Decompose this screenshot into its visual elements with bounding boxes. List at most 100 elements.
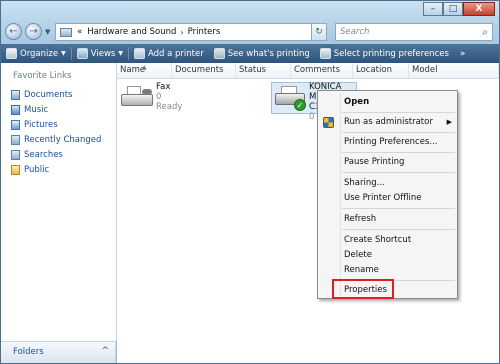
sidebar-item-label: Music xyxy=(24,104,49,115)
menu-item-printing-preferences[interactable]: Printing Preferences... xyxy=(344,136,438,149)
search-icon[interactable]: ⌕ xyxy=(482,27,488,38)
column-header-model[interactable]: Model xyxy=(409,63,499,78)
forward-arrow-icon: → xyxy=(29,26,38,37)
favorite-links-list: Documents Music Pictures Recently Change… xyxy=(11,87,101,177)
favorite-links-heading: Favorite Links xyxy=(13,71,72,81)
column-header-row: ▲ Name Documents Status Comments Locatio… xyxy=(117,63,499,79)
chevron-down-icon: ▼ xyxy=(61,50,66,57)
sidebar-item-label: Recently Changed xyxy=(24,134,102,145)
toolbar-overflow-button[interactable]: » xyxy=(454,49,472,59)
printer-icon: ✓ xyxy=(273,84,309,112)
search-placeholder: Search xyxy=(340,27,370,37)
menu-separator xyxy=(342,112,455,113)
sidebar-item-label: Pictures xyxy=(24,119,58,130)
folders-label: Folders xyxy=(13,347,44,357)
search-box[interactable]: Search ⌕ xyxy=(335,23,493,41)
add-printer-icon xyxy=(133,48,145,59)
views-label: Views xyxy=(90,48,116,59)
menu-item-delete[interactable]: Delete xyxy=(344,249,372,262)
folders-pane-toggle[interactable]: Folders ^ xyxy=(1,341,116,363)
views-icon xyxy=(76,48,88,59)
sidebar-item-music[interactable]: Music xyxy=(11,102,101,117)
menu-separator xyxy=(342,152,455,153)
sidebar-item-pictures[interactable]: Pictures xyxy=(11,117,101,132)
forward-button[interactable]: → xyxy=(25,23,42,40)
printer-name: Fax xyxy=(156,82,171,92)
print-queue-icon xyxy=(213,48,225,59)
column-header-documents[interactable]: Documents xyxy=(172,63,236,78)
refresh-icon: ↻ xyxy=(315,27,323,37)
refresh-button[interactable]: ↻ xyxy=(311,23,327,41)
context-menu: Open Run as administrator ▶ Printing Pre… xyxy=(317,90,458,299)
menu-item-use-printer-offline[interactable]: Use Printer Offline xyxy=(344,192,421,205)
recently-changed-icon xyxy=(11,134,20,145)
sort-ascending-icon: ▲ xyxy=(142,64,147,71)
chevron-up-icon: ^ xyxy=(101,346,109,356)
menu-item-refresh[interactable]: Refresh xyxy=(344,213,376,226)
add-printer-button[interactable]: Add a printer xyxy=(129,44,209,63)
menu-separator xyxy=(342,229,455,230)
menu-item-open[interactable]: Open xyxy=(344,96,369,109)
menu-item-create-shortcut[interactable]: Create Shortcut xyxy=(344,234,411,247)
menu-item-pause-printing[interactable]: Pause Printing xyxy=(344,156,404,169)
menu-gutter xyxy=(340,93,341,296)
fax-icon xyxy=(120,85,154,110)
views-button[interactable]: Views ▼ xyxy=(72,44,128,63)
documents-icon xyxy=(11,89,20,100)
maximize-button[interactable]: □ xyxy=(443,2,463,16)
folder-icon xyxy=(60,27,72,37)
see-whats-printing-label: See what's printing xyxy=(227,48,310,59)
menu-item-sharing[interactable]: Sharing... xyxy=(344,177,385,190)
minimize-button[interactable]: – xyxy=(423,2,443,16)
menu-separator xyxy=(342,132,455,133)
select-printing-preferences-label: Select printing preferences xyxy=(333,48,449,59)
window-controls: – □ X xyxy=(423,2,495,16)
recent-pages-dropdown[interactable]: ▼ xyxy=(45,28,50,36)
sidebar-item-recently-changed[interactable]: Recently Changed xyxy=(11,132,101,147)
public-folder-icon xyxy=(11,164,20,175)
chevron-down-icon: ▼ xyxy=(118,50,123,57)
breadcrumb-hardware-and-sound[interactable]: Hardware and Sound xyxy=(87,27,176,37)
add-printer-label: Add a printer xyxy=(147,48,204,59)
sidebar-item-label: Searches xyxy=(24,149,63,160)
navigation-pane: Favorite Links Documents Music Pictures … xyxy=(1,63,117,341)
fax-details: Fax 0 Ready xyxy=(156,82,182,112)
printing-preferences-icon xyxy=(319,48,331,59)
default-printer-check-icon: ✓ xyxy=(294,99,306,111)
sidebar-item-public[interactable]: Public xyxy=(11,162,101,177)
menu-separator xyxy=(342,208,455,209)
navigation-bar: ← → ▼ « Hardware and Sound › Printers ▼ … xyxy=(5,23,495,43)
address-prefix[interactable]: « xyxy=(77,27,82,37)
menu-item-run-as-administrator[interactable]: Run as administrator xyxy=(344,116,433,129)
organize-icon xyxy=(6,48,17,59)
see-whats-printing-button[interactable]: See what's printing xyxy=(209,44,315,63)
menu-separator xyxy=(342,172,455,173)
sidebar-item-searches[interactable]: Searches xyxy=(11,147,101,162)
submenu-arrow-icon: ▶ xyxy=(446,118,452,126)
searches-icon xyxy=(11,149,20,160)
pictures-icon xyxy=(11,119,20,130)
printer-doc-count: 0 xyxy=(156,92,162,102)
sidebar-item-label: Documents xyxy=(24,89,73,100)
back-button[interactable]: ← xyxy=(5,23,22,40)
sidebar-item-label: Public xyxy=(24,164,50,175)
column-header-status[interactable]: Status xyxy=(236,63,291,78)
back-arrow-icon: ← xyxy=(9,26,18,37)
close-button[interactable]: X xyxy=(463,2,495,16)
column-header-comments[interactable]: Comments xyxy=(291,63,353,78)
music-icon xyxy=(11,104,20,115)
menu-item-rename[interactable]: Rename xyxy=(344,264,379,277)
column-header-name[interactable]: ▲ Name xyxy=(117,63,172,78)
breadcrumb-separator[interactable]: › xyxy=(180,28,183,37)
organize-button[interactable]: Organize ▼ xyxy=(1,44,71,63)
command-toolbar: Organize ▼ Views ▼ Add a printer See wha… xyxy=(1,44,499,63)
select-printing-preferences-button[interactable]: Select printing preferences xyxy=(315,44,454,63)
explorer-window: – □ X ← → ▼ « Hardware and Sound › Print… xyxy=(0,0,500,364)
printer-status: Ready xyxy=(156,102,183,112)
breadcrumb-printers[interactable]: Printers xyxy=(188,27,221,37)
sidebar-item-documents[interactable]: Documents xyxy=(11,87,101,102)
address-bar[interactable]: « Hardware and Sound › Printers ▼ xyxy=(55,23,327,41)
column-header-location[interactable]: Location xyxy=(353,63,409,78)
uac-shield-icon xyxy=(323,117,334,128)
organize-label: Organize xyxy=(20,48,59,59)
